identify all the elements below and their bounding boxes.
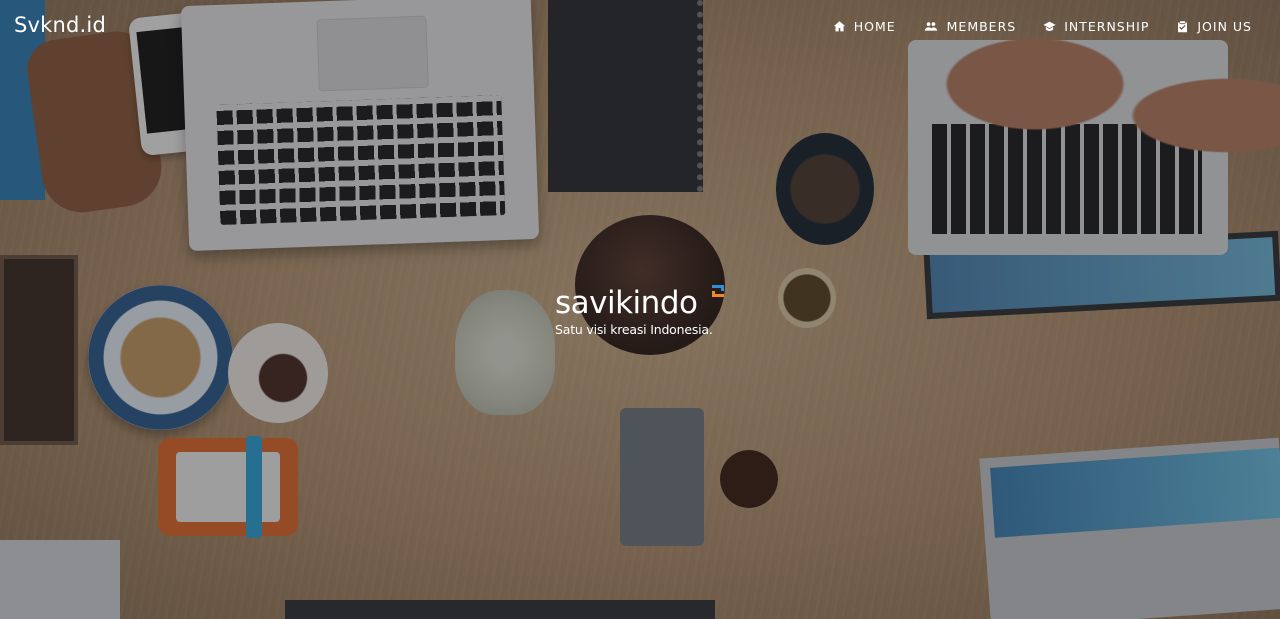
graduation-cap-icon (1043, 21, 1056, 31)
home-icon (833, 21, 845, 32)
nav-item-label: HOME (853, 19, 896, 34)
nav-item-label: JOIN US (1197, 19, 1252, 34)
savikindo-logo: savikindo Satu visi kreasi Indonesia. (555, 285, 745, 345)
nav-item-label: INTERNSHIP (1064, 19, 1150, 34)
nav-item-join-us[interactable]: JOIN US (1176, 19, 1252, 34)
nav-item-internship[interactable]: INTERNSHIP (1043, 19, 1149, 34)
nav-item-members[interactable]: MEMBERS (923, 19, 1017, 34)
nav-item-home[interactable]: HOME (833, 19, 896, 34)
navbar: Svknd.id HOME MEMBERS INTERNSHIP JOIN US (0, 0, 1280, 54)
nav-item-label: MEMBERS (946, 19, 1017, 34)
logo-tagline: Satu visi kreasi Indonesia. (555, 322, 713, 337)
nav-menu: HOME MEMBERS INTERNSHIP JOIN US (806, 19, 1252, 34)
users-icon (924, 22, 937, 31)
logo-mark-icon (712, 285, 724, 297)
brand-link[interactable]: Svknd.id (14, 13, 106, 37)
clipboard-check-icon (1178, 21, 1188, 33)
logo-wordmark: savikindo (555, 285, 698, 321)
